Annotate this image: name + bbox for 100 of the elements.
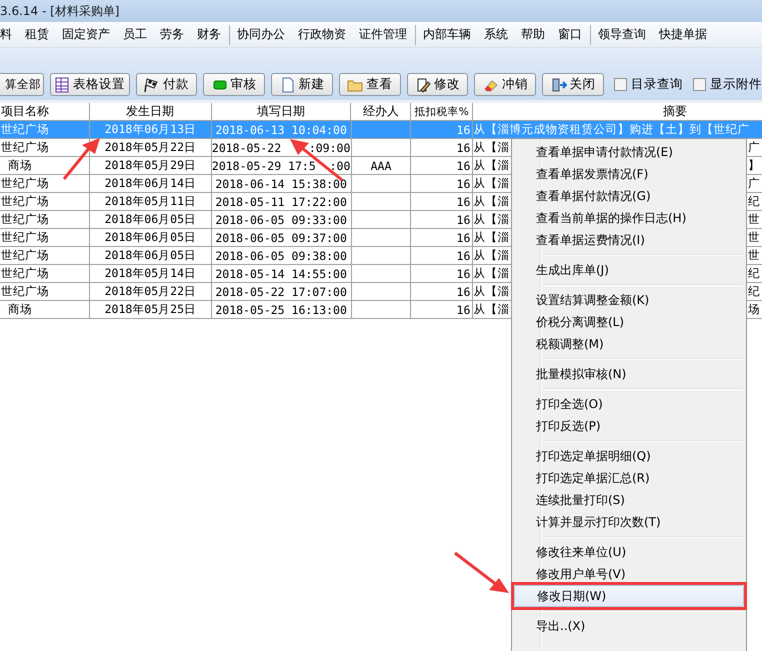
table-cell: 商场 bbox=[8, 158, 32, 173]
table-cell: 16 bbox=[456, 194, 470, 208]
table-cell: 2018年05月11日 bbox=[104, 194, 196, 209]
toolbar-button[interactable]: 关闭 bbox=[542, 73, 604, 96]
table-cell: 世纪广场 bbox=[1, 140, 49, 155]
table-cell: 2018年05月22日 bbox=[104, 140, 196, 155]
context-menu-item[interactable]: 批量模拟审核(N) bbox=[513, 363, 745, 385]
menu-item[interactable]: 领导查询 bbox=[592, 26, 652, 43]
toolbar-button[interactable]: 表格设置 bbox=[50, 73, 130, 96]
menu-item[interactable]: 固定资产 bbox=[56, 26, 116, 43]
table-cell: 世纪广场 bbox=[1, 284, 49, 299]
arrow-icon bbox=[453, 551, 511, 595]
table-cell: 2018年05月14日 bbox=[104, 266, 196, 281]
table-cell: 从【淄 bbox=[473, 230, 510, 245]
table-cell: 世纪广场 bbox=[1, 230, 49, 245]
arrow-icon bbox=[62, 137, 102, 181]
column-header[interactable]: 填写日期 bbox=[212, 103, 352, 120]
context-menu-item[interactable]: 打印选定单据汇总(R) bbox=[513, 467, 745, 489]
edit-document-icon bbox=[415, 76, 432, 92]
context-menu-item[interactable]: 修改日期(W) bbox=[514, 585, 744, 607]
menu-item[interactable]: 窗口 bbox=[552, 26, 588, 43]
table-cell: 从【淄 bbox=[473, 140, 510, 155]
context-menu-item[interactable]: 税额调整(M) bbox=[513, 333, 745, 355]
context-menu-item[interactable]: 打印反选(P) bbox=[513, 415, 745, 437]
table-cell: 16 bbox=[456, 266, 470, 280]
table-cell: 从【淄 bbox=[473, 176, 510, 191]
table-cell-text: 世 bbox=[748, 230, 762, 245]
table-cell-text: 纪 bbox=[748, 266, 762, 281]
checkbox[interactable] bbox=[614, 78, 628, 91]
document-icon bbox=[280, 76, 296, 92]
menu-item[interactable]: 协同办公 bbox=[230, 26, 292, 43]
table-cell: 2018-05-22 :09:00 bbox=[212, 140, 350, 154]
toolbar-button[interactable]: 查看 bbox=[338, 73, 401, 96]
toolbar-button[interactable]: 算全部 bbox=[0, 73, 44, 96]
table-cell: 2018-05-29 17:5 :00 bbox=[212, 158, 350, 172]
table-cell: 16 bbox=[456, 122, 470, 136]
menu-item[interactable]: 财务 bbox=[190, 26, 228, 43]
grid-icon bbox=[54, 76, 70, 92]
menu-item[interactable]: 行政物资 bbox=[292, 26, 352, 43]
table-cell: 世纪广场 bbox=[1, 266, 49, 281]
toolbar-button[interactable]: 新建 bbox=[271, 73, 333, 96]
table-cell-text: 世 bbox=[748, 248, 762, 263]
table-cell: 世纪广场 bbox=[1, 122, 49, 137]
context-menu-item[interactable]: 计算并显示打印次数(T) bbox=[513, 511, 745, 533]
menu-item[interactable]: 劳务 bbox=[154, 26, 190, 43]
checkbox-label: 显示附件 bbox=[710, 76, 762, 93]
checkbox[interactable] bbox=[693, 78, 706, 91]
toolbar-button[interactable]: 审核 bbox=[203, 73, 266, 96]
menu-item[interactable]: 料 bbox=[0, 26, 18, 43]
table-cell: 从【淄 bbox=[473, 266, 510, 281]
context-menu-item[interactable]: 连续批量打印(S) bbox=[513, 489, 745, 511]
table-cell: 世纪广场 bbox=[1, 176, 49, 191]
table-cell: 2018-06-05 09:38:00 bbox=[215, 248, 347, 262]
table-cell: 2018-05-14 14:55:00 bbox=[215, 266, 347, 280]
column-header[interactable]: 项目名称 bbox=[0, 103, 90, 120]
table-cell: 2018-05-22 17:07:00 bbox=[215, 284, 347, 298]
table-cell: 2018-05-11 17:22:00 bbox=[215, 194, 347, 208]
column-header[interactable]: 摘要 bbox=[473, 103, 762, 120]
toolbar-button[interactable]: 冲销 bbox=[474, 73, 536, 96]
table-cell: 商场 bbox=[8, 302, 32, 317]
toolbar-button[interactable]: 付款 bbox=[136, 73, 198, 96]
context-menu-item[interactable]: 打印全选(O) bbox=[513, 393, 745, 415]
table-cell: 2018年06月05日 bbox=[104, 212, 196, 227]
menu-item[interactable]: 内部车辆 bbox=[416, 26, 478, 43]
table-cell: 2018-06-05 09:37:00 bbox=[215, 230, 347, 244]
context-menu-item[interactable]: 修改用户单号(V) bbox=[513, 563, 745, 585]
menu-item[interactable]: 系统 bbox=[478, 26, 514, 43]
table-cell: 2018-06-14 15:38:00 bbox=[215, 176, 347, 190]
context-menu-item[interactable]: 打印选定单据明细(Q) bbox=[513, 445, 745, 467]
table-cell: 2018年05月25日 bbox=[104, 302, 196, 317]
table-cell-text: 世 bbox=[748, 212, 762, 227]
table-cell: 从【淄 bbox=[473, 158, 510, 173]
table-cell: 从【淄 bbox=[473, 248, 510, 263]
toolbar-button[interactable]: 修改 bbox=[406, 73, 468, 96]
table-cell-text: 纪 bbox=[748, 194, 762, 209]
table-cell: 2018年06月05日 bbox=[104, 230, 196, 245]
table-cell: 16 bbox=[456, 212, 470, 226]
column-header[interactable]: 发生日期 bbox=[90, 103, 212, 120]
table-cell: 16 bbox=[456, 140, 470, 154]
table-cell: 从【淄博元成物资租赁公司】购进【土】到【世纪广 bbox=[473, 122, 750, 137]
column-header[interactable]: 经办人 bbox=[351, 103, 412, 120]
context-menu-item[interactable]: 修改往来单位(U) bbox=[513, 541, 745, 563]
table-cell: 16 bbox=[456, 284, 470, 298]
menu-item[interactable]: 帮助 bbox=[514, 26, 552, 43]
menu-item[interactable]: 租赁 bbox=[18, 26, 56, 43]
table-cell: 2018-06-05 09:33:00 bbox=[215, 212, 347, 226]
table-cell: 16 bbox=[456, 248, 470, 262]
table-cell: 16 bbox=[456, 230, 470, 244]
checkbox-label: 目录查询 bbox=[631, 76, 684, 93]
menu-item[interactable]: 快捷单据 bbox=[652, 26, 714, 43]
table-cell-text: 】 bbox=[748, 158, 761, 173]
menu-item[interactable]: 员工 bbox=[116, 26, 154, 43]
context-menu-item[interactable]: 导出..(X) bbox=[513, 615, 745, 637]
table-cell: 2018年06月14日 bbox=[104, 176, 196, 191]
column-header[interactable]: 抵扣税率% bbox=[411, 103, 474, 120]
table-cell: 世纪广场 bbox=[1, 248, 49, 263]
table-cell: 16 bbox=[456, 176, 470, 190]
table-cell: 2018年06月13日 bbox=[104, 122, 196, 137]
table-cell-text: 广 bbox=[748, 140, 762, 155]
menu-item[interactable]: 证件管理 bbox=[352, 26, 414, 43]
